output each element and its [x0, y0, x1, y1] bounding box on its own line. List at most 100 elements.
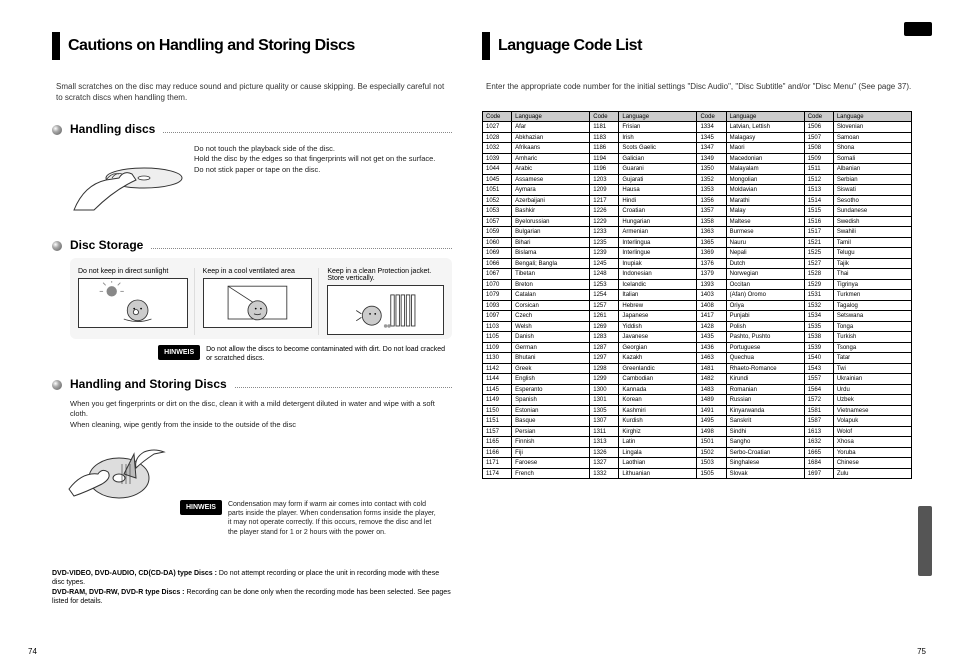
table-row: 1151Basque1307Kurdish1495Sanskrit1587Vol… — [483, 416, 912, 427]
code-cell: 1517 — [804, 227, 833, 238]
section-body-handling: Do not touch the playback side of the di… — [70, 144, 452, 220]
language-cell: Hebrew — [619, 300, 697, 311]
language-cell: Marathi — [726, 195, 804, 206]
code-cell: 1435 — [697, 332, 726, 343]
code-cell: 1067 — [483, 269, 512, 280]
jacket-disc-icon — [327, 285, 444, 335]
title-bar-icon — [52, 32, 60, 60]
language-cell: Javanese — [619, 332, 697, 343]
code-cell: 1564 — [804, 384, 833, 395]
code-cell: 1307 — [590, 416, 619, 427]
language-cell: Bengali; Bangla — [512, 258, 590, 269]
language-cell: Greenlandic — [619, 363, 697, 374]
caution-label: DVD-VIDEO, DVD-AUDIO, CD(CD-DA) type Dis… — [52, 570, 217, 577]
language-cell: Russian — [726, 395, 804, 406]
table-row: 1079Catalan1254Italian1403(Afan) Oromo15… — [483, 290, 912, 301]
language-cell: Slovenian — [833, 122, 911, 133]
code-cell: 1534 — [804, 311, 833, 322]
language-cell: Bashkir — [512, 206, 590, 217]
table-row: 1157Persian1311Kirghiz1498Sindhi1613Wolo… — [483, 426, 912, 437]
table-header: Language — [833, 111, 911, 122]
code-cell: 1181 — [590, 122, 619, 133]
table-header: Language — [512, 111, 590, 122]
language-cell: Korean — [619, 395, 697, 406]
code-cell: 1540 — [804, 353, 833, 364]
language-cell: Kashmiri — [619, 405, 697, 416]
code-cell: 1254 — [590, 290, 619, 301]
language-cell: Setswana — [833, 311, 911, 322]
language-cell: Cambodian — [619, 374, 697, 385]
language-cell: Indonesian — [619, 269, 697, 280]
code-cell: 1393 — [697, 279, 726, 290]
code-cell: 1326 — [590, 447, 619, 458]
language-cell: Slovak — [726, 468, 804, 479]
code-cell: 1495 — [697, 416, 726, 427]
ventilated-disc-icon — [203, 278, 313, 328]
code-cell: 1528 — [804, 269, 833, 280]
code-cell: 1157 — [483, 426, 512, 437]
code-cell: 1353 — [697, 185, 726, 196]
left-page: Cautions on Handling and Storing Discs S… — [52, 32, 452, 646]
language-cell: English — [512, 374, 590, 385]
dotted-rule-icon — [151, 240, 452, 249]
table-row: 1059Bulgarian1233Armenian1363Burmese1517… — [483, 227, 912, 238]
code-cell: 1151 — [483, 416, 512, 427]
page-number: 74 — [28, 647, 37, 656]
language-cell: Polish — [726, 321, 804, 332]
code-cell: 1028 — [483, 132, 512, 143]
table-header: Code — [804, 111, 833, 122]
table-row: 1057Byelorussian1229Hungarian1358Maltese… — [483, 216, 912, 227]
code-cell: 1283 — [590, 332, 619, 343]
language-cell: Moldavian — [726, 185, 804, 196]
code-cell: 1352 — [697, 174, 726, 185]
page-number: 75 — [917, 647, 926, 656]
code-cell: 1245 — [590, 258, 619, 269]
code-cell: 1149 — [483, 395, 512, 406]
code-cell: 1300 — [590, 384, 619, 395]
section-head-handling: Handling discs — [52, 122, 452, 136]
table-row: 1105Danish1283Javanese1435Pashto, Pushto… — [483, 332, 912, 343]
table-row: 1093Corsican1257Hebrew1408Oriya1532Tagal… — [483, 300, 912, 311]
table-header: Code — [590, 111, 619, 122]
code-cell: 1045 — [483, 174, 512, 185]
language-cell: Tagalog — [833, 300, 911, 311]
language-code-table: CodeLanguageCodeLanguageCodeLanguageCode… — [482, 111, 912, 480]
code-cell: 1332 — [590, 468, 619, 479]
language-cell: Tigrinya — [833, 279, 911, 290]
code-cell: 1498 — [697, 426, 726, 437]
language-cell: Serbo-Croatian — [726, 447, 804, 458]
storage-card: Do not keep in direct sunlight Keep in a… — [70, 258, 452, 339]
language-cell: Arabic — [512, 164, 590, 175]
language-cell: Scots Gaelic — [619, 143, 697, 154]
language-cell: Japanese — [619, 311, 697, 322]
language-cell: Tatar — [833, 353, 911, 364]
section-head-handling-storing: Handling and Storing Discs — [52, 377, 452, 391]
hand-holding-disc-icon — [64, 150, 184, 220]
code-cell: 1505 — [697, 468, 726, 479]
code-cell: 1529 — [804, 279, 833, 290]
code-cell: 1097 — [483, 311, 512, 322]
language-cell: Rhaeto-Romance — [726, 363, 804, 374]
language-cell: Irish — [619, 132, 697, 143]
code-cell: 1109 — [483, 342, 512, 353]
language-cell: Bihari — [512, 237, 590, 248]
code-cell: 1313 — [590, 437, 619, 448]
table-row: 1142Greek1298Greenlandic1481Rhaeto-Roman… — [483, 363, 912, 374]
language-cell: Maori — [726, 143, 804, 154]
code-cell: 1032 — [483, 143, 512, 154]
language-cell: Ukrainian — [833, 374, 911, 385]
code-cell: 1463 — [697, 353, 726, 364]
code-cell: 1357 — [697, 206, 726, 217]
table-row: 1130Bhutani1297Kazakh1463Quechua1540Tata… — [483, 353, 912, 364]
code-cell: 1194 — [590, 153, 619, 164]
language-cell: Tajik — [833, 258, 911, 269]
language-cell: Hausa — [619, 185, 697, 196]
code-cell: 1587 — [804, 416, 833, 427]
code-cell: 1503 — [697, 458, 726, 469]
code-cell: 1183 — [590, 132, 619, 143]
code-cell: 1632 — [804, 437, 833, 448]
section-title: Handling and Storing Discs — [70, 377, 227, 391]
language-cell: Pashto, Pushto — [726, 332, 804, 343]
table-row: 1103Welsh1269Yiddish1428Polish1535Tonga — [483, 321, 912, 332]
language-cell: Kazakh — [619, 353, 697, 364]
